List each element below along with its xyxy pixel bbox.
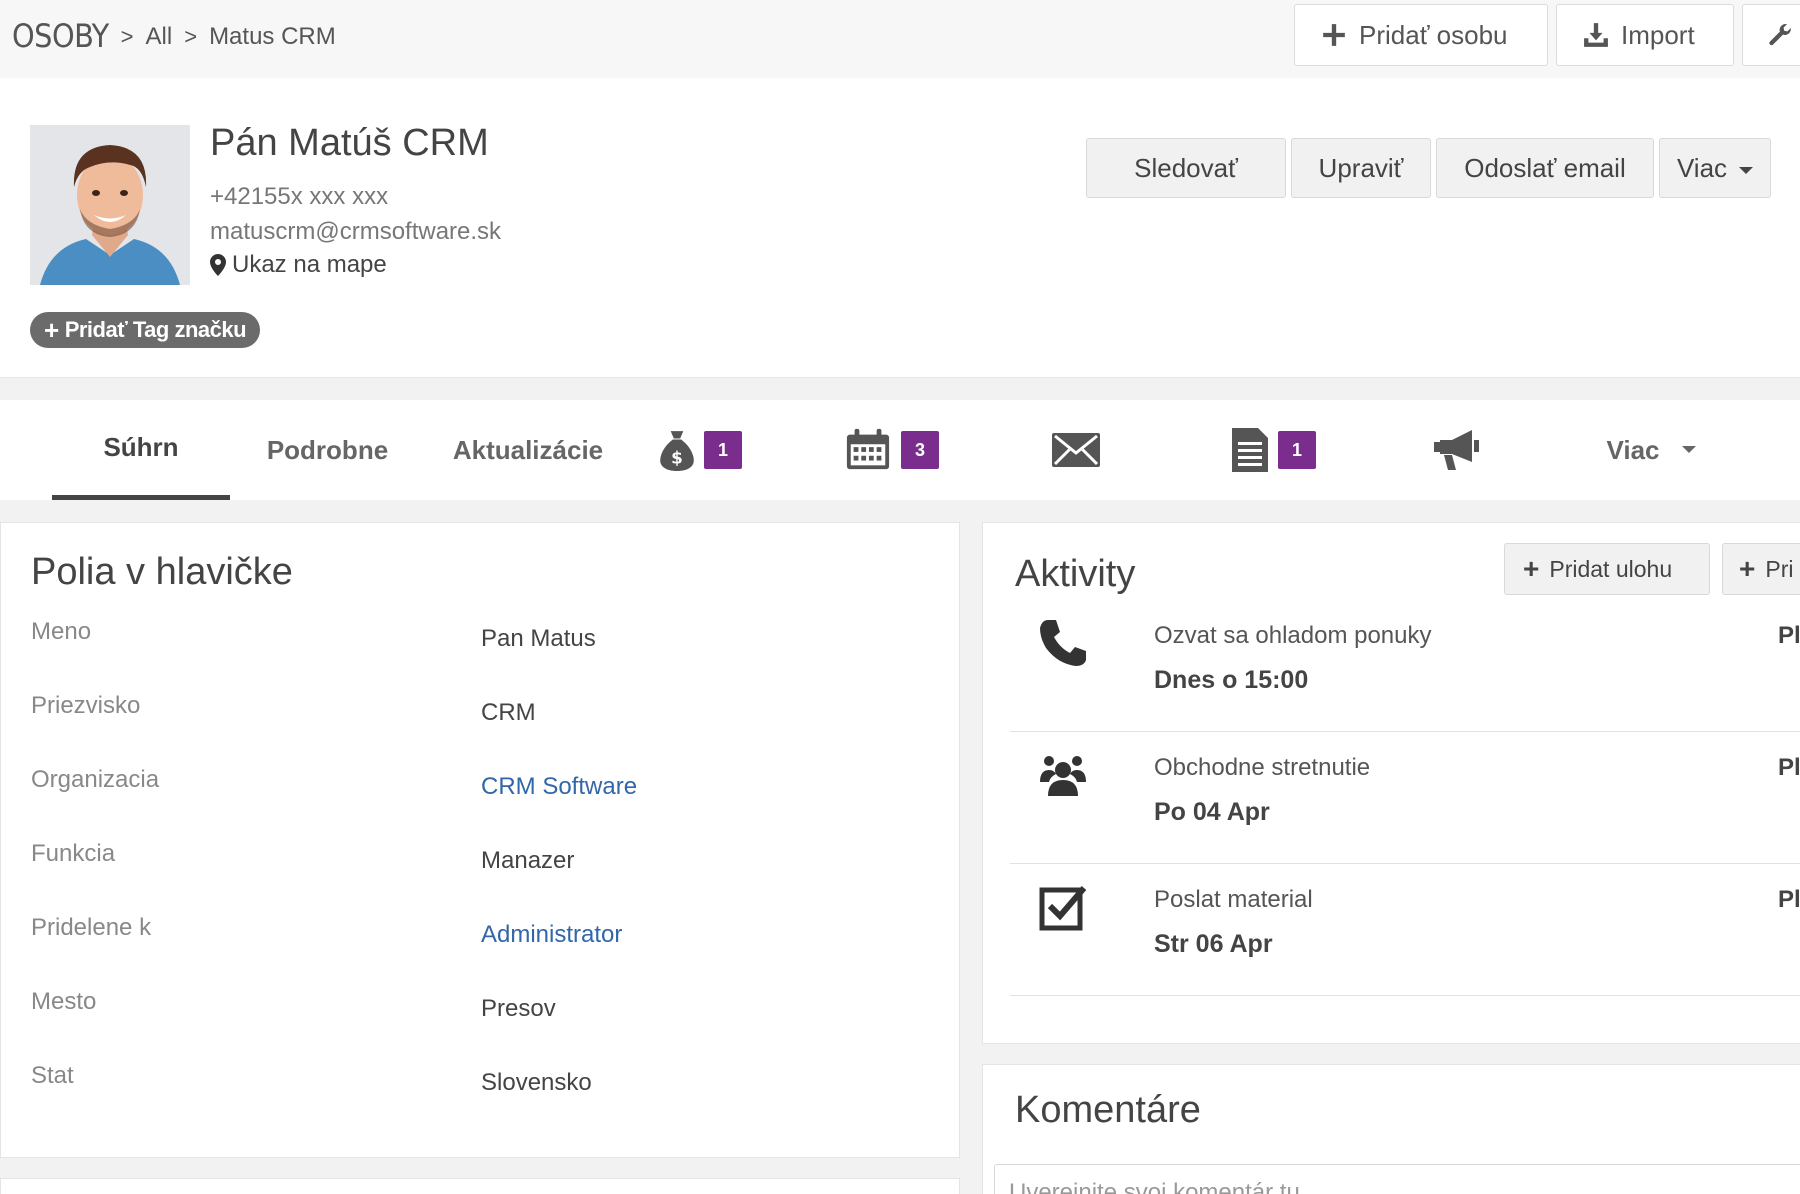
show-on-map-label: Ukaz na mape bbox=[232, 251, 387, 278]
tab-bar: Súhrn Podrobne Aktualizácie $ 1 3 1 Viac bbox=[0, 400, 1800, 500]
contact-name: Pán Matúš CRM bbox=[210, 122, 489, 164]
plus-icon: + bbox=[44, 315, 59, 345]
tab-more[interactable]: Viac bbox=[1586, 400, 1716, 500]
add-person-button[interactable]: Pridať osobu bbox=[1294, 4, 1548, 66]
field-label-assigned-to: Pridelene k bbox=[31, 914, 152, 941]
document-icon bbox=[1232, 428, 1268, 472]
comment-input[interactable]: Uverejnite svoj komentár tu bbox=[994, 1164, 1800, 1194]
tab-deals[interactable]: $ 1 bbox=[660, 400, 742, 500]
tab-more-label: Viac bbox=[1606, 434, 1660, 465]
chevron-right-icon: > bbox=[120, 24, 134, 49]
top-actions: Pridať osobu Import F bbox=[1294, 4, 1800, 66]
download-icon bbox=[1584, 23, 1608, 47]
add-tag-button[interactable]: + Pridať Tag značku bbox=[30, 312, 261, 348]
plus-icon: + bbox=[1739, 553, 1756, 584]
field-value-city: Presov bbox=[481, 995, 556, 1022]
more-actions-button[interactable]: Viac bbox=[1659, 138, 1771, 198]
follow-button[interactable]: Sledovať bbox=[1086, 138, 1286, 198]
add-event-label: Pri bbox=[1765, 555, 1794, 582]
field-label-country: Stat bbox=[31, 1062, 74, 1089]
activity-title: Ozvat sa ohladom ponuky bbox=[1154, 622, 1432, 649]
plus-icon bbox=[1323, 24, 1345, 46]
contact-email[interactable]: matuscrm@crmsoftware.sk bbox=[210, 218, 501, 246]
add-tag-label: Pridať Tag značku bbox=[64, 317, 247, 342]
activity-row[interactable]: Obchodne stretnutie Po 04 Apr Pl bbox=[1010, 732, 1800, 864]
caret-down-icon bbox=[1739, 166, 1754, 174]
field-label-function: Funkcia bbox=[31, 840, 116, 867]
activity-title: Obchodne stretnutie bbox=[1154, 754, 1371, 781]
checkbox-icon bbox=[1039, 886, 1087, 931]
tools-button[interactable]: F bbox=[1742, 4, 1800, 66]
activity-status: Pl bbox=[1778, 622, 1800, 649]
activity-status: Pl bbox=[1778, 754, 1800, 781]
svg-text:$: $ bbox=[671, 448, 683, 468]
import-label: Import bbox=[1621, 19, 1695, 50]
send-email-button[interactable]: Odoslať email bbox=[1436, 138, 1654, 198]
field-value-country: Slovensko bbox=[481, 1069, 592, 1096]
field-label-organization: Organizacia bbox=[31, 766, 160, 793]
phone-icon bbox=[1040, 620, 1086, 666]
calendar-count-badge: 3 bbox=[901, 431, 939, 469]
envelope-icon bbox=[1052, 433, 1100, 467]
meeting-icon bbox=[1040, 756, 1086, 796]
field-value-last-name: CRM bbox=[481, 699, 536, 726]
breadcrumb-module[interactable]: OSOBY bbox=[12, 17, 109, 55]
breadcrumb: OSOBY > All > Matus CRM bbox=[12, 14, 336, 58]
profile-actions: Sledovať Upraviť Odoslať email Viac bbox=[1086, 138, 1771, 198]
tab-campaigns[interactable] bbox=[1432, 400, 1480, 500]
header-fields-title: Polia v hlavičke bbox=[31, 551, 293, 593]
import-button[interactable]: Import bbox=[1556, 4, 1734, 66]
add-event-button[interactable]: + Pri bbox=[1722, 543, 1800, 595]
field-value-first-name: Pan Matus bbox=[481, 625, 596, 652]
field-value-organization[interactable]: CRM Software bbox=[481, 773, 637, 801]
chevron-right-icon: > bbox=[184, 24, 198, 49]
activity-title: Poslat material bbox=[1154, 886, 1313, 913]
add-task-label: Pridat ulohu bbox=[1549, 555, 1673, 582]
calendar-icon bbox=[846, 428, 890, 470]
tab-email[interactable] bbox=[1052, 400, 1100, 500]
activity-date: Str 06 Apr bbox=[1154, 930, 1273, 958]
tab-calendar[interactable]: 3 bbox=[845, 400, 939, 500]
activities-title: Aktivity bbox=[1015, 553, 1136, 595]
megaphone-icon bbox=[1434, 430, 1479, 470]
add-task-button[interactable]: + Pridat ulohu bbox=[1504, 543, 1710, 595]
next-card bbox=[0, 1178, 960, 1194]
top-bar: OSOBY > All > Matus CRM Pridať osobu Imp… bbox=[0, 0, 1800, 78]
show-on-map-link[interactable]: Ukaz na mape bbox=[210, 251, 387, 279]
comments-title: Komentáre bbox=[1015, 1089, 1201, 1131]
field-label-first-name: Meno bbox=[31, 618, 92, 645]
activity-date: Dnes o 15:00 bbox=[1154, 666, 1309, 694]
plus-icon: + bbox=[1523, 553, 1540, 584]
map-marker-icon bbox=[210, 254, 226, 276]
field-value-assigned-to[interactable]: Administrator bbox=[481, 921, 622, 949]
activity-date: Po 04 Apr bbox=[1154, 798, 1270, 826]
edit-button[interactable]: Upraviť bbox=[1291, 138, 1431, 198]
avatar bbox=[30, 125, 190, 285]
tab-summary[interactable]: Súhrn bbox=[52, 400, 230, 500]
caret-down-icon bbox=[1681, 445, 1696, 453]
field-label-city: Mesto bbox=[31, 988, 97, 1015]
activity-row[interactable]: Ozvat sa ohladom ponuky Dnes o 15:00 Pl bbox=[1010, 600, 1800, 732]
activity-status: Pl bbox=[1778, 886, 1800, 913]
documents-count-badge: 1 bbox=[1278, 431, 1316, 469]
tab-updates[interactable]: Aktualizácie bbox=[448, 400, 608, 500]
profile-header: Pán Matúš CRM +42155x xxx xxx matuscrm@c… bbox=[0, 78, 1800, 378]
tab-documents[interactable]: 1 bbox=[1232, 400, 1316, 500]
contact-phone[interactable]: +42155x xxx xxx bbox=[210, 183, 388, 211]
field-label-last-name: Priezvisko bbox=[31, 692, 141, 719]
person-photo bbox=[30, 125, 190, 285]
more-actions-label: Viac bbox=[1676, 152, 1728, 183]
add-person-label: Pridať osobu bbox=[1359, 19, 1508, 50]
tab-details[interactable]: Podrobne bbox=[255, 400, 400, 500]
activity-row[interactable]: Poslat material Str 06 Apr Pl bbox=[1010, 864, 1800, 996]
wrench-icon bbox=[1769, 23, 1791, 46]
money-bag-icon: $ bbox=[660, 431, 694, 471]
breadcrumb-all[interactable]: All bbox=[146, 23, 173, 51]
deals-count-badge: 1 bbox=[704, 431, 742, 469]
field-value-function: Manazer bbox=[481, 847, 575, 874]
header-fields-card: Polia v hlavičke Meno Pan Matus Priezvis… bbox=[0, 522, 960, 1158]
breadcrumb-current: Matus CRM bbox=[209, 23, 336, 50]
